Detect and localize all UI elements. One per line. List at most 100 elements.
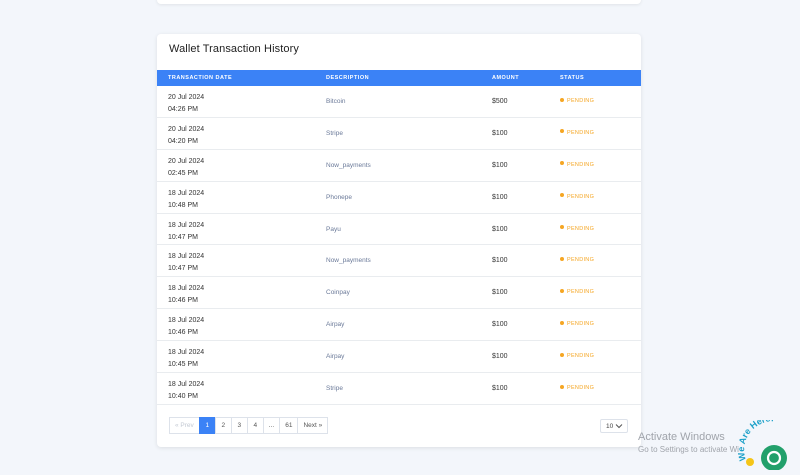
time-value: 10:48 PM <box>168 201 198 209</box>
status-badge: PENDING <box>560 320 595 328</box>
transaction-amount: $100 <box>492 193 508 201</box>
table-header: TRANSACTION DATE DESCRIPTION AMOUNT STAT… <box>157 70 641 86</box>
header-amount: AMOUNT <box>492 75 520 81</box>
status-badge: PENDING <box>560 193 595 200</box>
transaction-date: 20 Jul 2024 04:20 PM <box>168 124 204 148</box>
transaction-description: Coinpay <box>326 289 350 297</box>
status-dot-icon <box>560 161 564 166</box>
transaction-amount: $100 <box>492 321 508 329</box>
status-text: PENDING <box>567 129 595 136</box>
header-status: STATUS <box>560 75 585 81</box>
header-description: DESCRIPTION <box>326 75 370 81</box>
transaction-date: 18 Jul 2024 10:47 PM <box>168 220 204 244</box>
status-dot-icon <box>560 320 564 325</box>
time-value: 10:40 PM <box>168 393 198 401</box>
status-badge: PENDING <box>560 352 595 360</box>
status-dot-icon <box>560 384 564 389</box>
chat-widget[interactable]: We Are Here! <box>736 413 800 471</box>
next-page-button[interactable]: Next » <box>297 417 329 434</box>
time-value: 10:47 PM <box>168 233 198 241</box>
table-row: 20 Jul 2024 04:20 PM Stripe $100 PENDING <box>157 118 641 150</box>
chevron-down-icon <box>615 424 623 429</box>
time-value: 10:46 PM <box>168 297 198 305</box>
date-value: 18 Jul 2024 <box>168 317 205 325</box>
status-dot-icon <box>560 257 564 261</box>
status-dot-icon <box>560 97 564 102</box>
time-value: 02:45 PM <box>168 169 198 177</box>
watermark-subtitle: Go to Settings to activate Wi <box>638 445 739 454</box>
transaction-description: Airpay <box>326 321 345 329</box>
pagination-ellipsis[interactable]: ... <box>262 417 281 434</box>
date-value: 18 Jul 2024 <box>168 285 205 293</box>
page-button-3[interactable]: 3 <box>230 417 248 434</box>
date-value: 18 Jul 2024 <box>168 349 205 357</box>
transaction-description: Stripe <box>326 385 343 393</box>
time-value: 10:46 PM <box>168 329 198 337</box>
time-value: 04:20 PM <box>168 137 198 145</box>
prev-page-button[interactable]: « Prev <box>169 417 200 434</box>
table-row: 18 Jul 2024 10:46 PM Airpay $100 PENDING <box>157 309 641 342</box>
watermark-title: Activate Windows <box>638 431 725 443</box>
date-value: 18 Jul 2024 <box>168 189 205 197</box>
status-text: PENDING <box>567 193 595 200</box>
status-dot-icon <box>560 225 564 230</box>
header-transaction-date: TRANSACTION DATE <box>168 75 233 81</box>
transaction-amount: $100 <box>492 225 508 233</box>
date-value: 18 Jul 2024 <box>168 221 205 229</box>
transaction-amount: $100 <box>492 161 508 169</box>
transaction-date: 18 Jul 2024 10:46 PM <box>168 315 204 339</box>
transaction-date: 18 Jul 2024 10:47 PM <box>168 251 204 275</box>
status-badge: PENDING <box>560 384 594 391</box>
status-badge: PENDING <box>560 288 595 296</box>
status-text: PENDING <box>567 353 595 360</box>
page-button-61[interactable]: 61 <box>279 417 299 434</box>
wallet-history-card: Wallet Transaction History TRANSACTION D… <box>157 34 641 447</box>
table-row: 18 Jul 2024 10:45 PM Airpay $100 PENDING <box>157 341 641 374</box>
page-button-1[interactable]: 1 <box>198 417 216 434</box>
page-button-4[interactable]: 4 <box>246 417 264 434</box>
status-dot-icon <box>560 193 564 198</box>
chat-bubble-icon: We Are Here! <box>736 413 787 471</box>
table-row: 20 Jul 2024 04:26 PM Bitcoin $500 PENDING <box>157 86 641 118</box>
transaction-description: Payu <box>326 225 341 233</box>
status-text: PENDING <box>567 225 595 232</box>
date-value: 18 Jul 2024 <box>168 381 205 389</box>
status-badge: PENDING <box>560 225 595 232</box>
transaction-date: 20 Jul 2024 04:26 PM <box>168 92 204 116</box>
status-text: PENDING <box>567 321 595 328</box>
transaction-date: 18 Jul 2024 10:40 PM <box>168 379 204 403</box>
transaction-date: 18 Jul 2024 10:45 PM <box>168 347 204 371</box>
transaction-date: 18 Jul 2024 10:46 PM <box>168 283 204 307</box>
status-dot-icon <box>560 129 564 134</box>
table-row: 18 Jul 2024 10:48 PM Phonepe $100 PENDING <box>157 182 641 214</box>
per-page-select[interactable]: 10 <box>600 419 628 433</box>
table-row: 20 Jul 2024 02:45 PM Now_payments $100 PENDI… <box>157 150 641 182</box>
table-row: 18 Jul 2024 10:46 PM Coinpay $100 PENDING <box>157 277 641 310</box>
pagination: « Prev 1 2 3 4... 61 Next » <box>169 417 329 434</box>
status-badge: PENDING <box>560 129 595 136</box>
table-row: 18 Jul 2024 10:47 PM Now_payments $100 PENDI… <box>157 245 641 278</box>
status-text: PENDING <box>567 98 595 104</box>
date-value: 20 Jul 2024 <box>168 157 205 165</box>
date-value: 18 Jul 2024 <box>168 253 205 261</box>
page-button-2[interactable]: 2 <box>214 417 232 434</box>
transaction-description: Now_payments <box>326 161 371 169</box>
table-row: 18 Jul 2024 10:47 PM Payu $100 PENDING <box>157 214 641 246</box>
transaction-description: Bitcoin <box>326 98 346 105</box>
table-row: 18 Jul 2024 10:40 PM Stripe $100 PENDING <box>157 373 641 405</box>
time-value: 04:26 PM <box>168 106 198 113</box>
date-value: 20 Jul 2024 <box>168 125 205 133</box>
transaction-date: 18 Jul 2024 10:48 PM <box>168 188 204 212</box>
status-text: PENDING <box>567 161 595 168</box>
status-text: PENDING <box>567 289 595 296</box>
transaction-amount: $100 <box>492 129 508 137</box>
table-body: 20 Jul 2024 04:26 PM Bitcoin $500 PENDING 20 … <box>157 86 641 405</box>
previous-card <box>157 0 641 4</box>
status-dot-icon <box>560 352 564 357</box>
status-text: PENDING <box>567 257 595 264</box>
time-value: 10:45 PM <box>168 361 198 369</box>
transaction-description: Now_payments <box>326 257 371 265</box>
transaction-description: Airpay <box>326 353 345 361</box>
status-dot-icon <box>560 288 564 293</box>
status-badge: PENDING <box>560 161 595 168</box>
